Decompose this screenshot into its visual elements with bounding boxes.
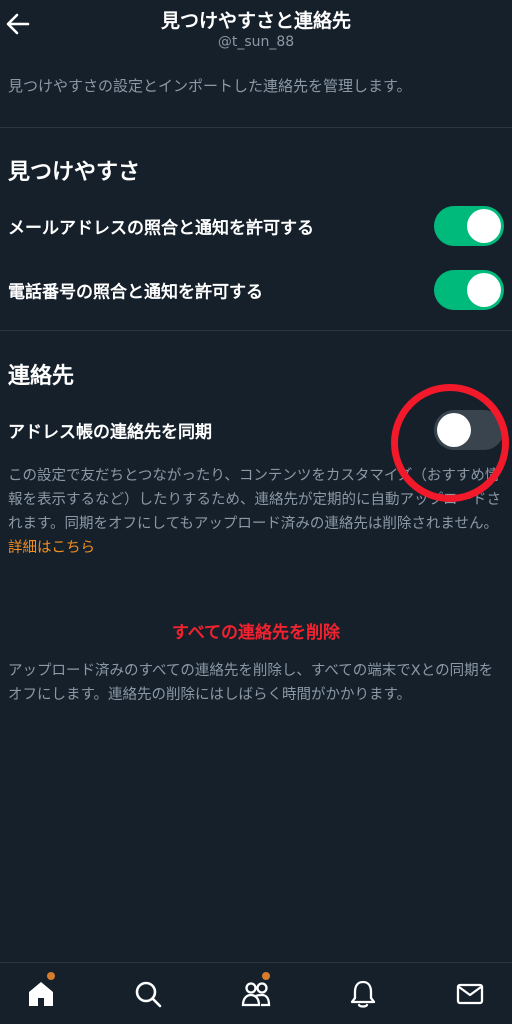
email-match-row: メールアドレスの照合と通知を許可する — [0, 194, 512, 258]
sync-contacts-label: アドレス帳の連絡先を同期 — [8, 422, 212, 443]
home-notification-dot — [47, 972, 55, 980]
section-title-discoverability: 見つけやすさ — [8, 160, 141, 185]
email-match-toggle[interactable] — [434, 206, 504, 246]
toggle-knob — [467, 273, 501, 307]
page-description: 見つけやすさの設定とインポートした連絡先を管理します。 — [0, 62, 512, 128]
discoverability-section: 見つけやすさ メールアドレスの照合と通知を許可する 電話番号の照合と通知を許可す… — [0, 128, 512, 322]
home-icon[interactable] — [25, 978, 57, 1010]
phone-match-row: 電話番号の照合と通知を許可する — [0, 258, 512, 322]
toggle-knob — [467, 209, 501, 243]
phone-match-label: 電話番号の照合と通知を許可する — [8, 282, 263, 303]
communities-notification-dot — [262, 972, 270, 980]
email-match-label: メールアドレスの照合と通知を許可する — [8, 218, 314, 239]
delete-all-contacts-button[interactable]: すべての連絡先を削除 — [0, 618, 512, 643]
username: @t_sun_88 — [217, 34, 295, 50]
bottom-tab-bar — [0, 962, 512, 1024]
header: 見つけやすさと連絡先 @t_sun_88 — [0, 0, 512, 62]
learn-more-link[interactable]: 詳細はこちら — [8, 540, 95, 556]
page-title: 見つけやすさと連絡先 — [160, 10, 351, 32]
delete-help-text: アップロード済みのすべての連絡先を削除し、すべての端末でXとの同期をオフにします… — [8, 663, 494, 703]
communities-icon[interactable] — [240, 978, 272, 1010]
phone-match-toggle[interactable] — [434, 270, 504, 310]
notifications-icon[interactable] — [347, 978, 379, 1010]
messages-icon[interactable] — [454, 978, 486, 1010]
annotation-circle — [391, 384, 509, 502]
search-icon[interactable] — [132, 978, 164, 1010]
